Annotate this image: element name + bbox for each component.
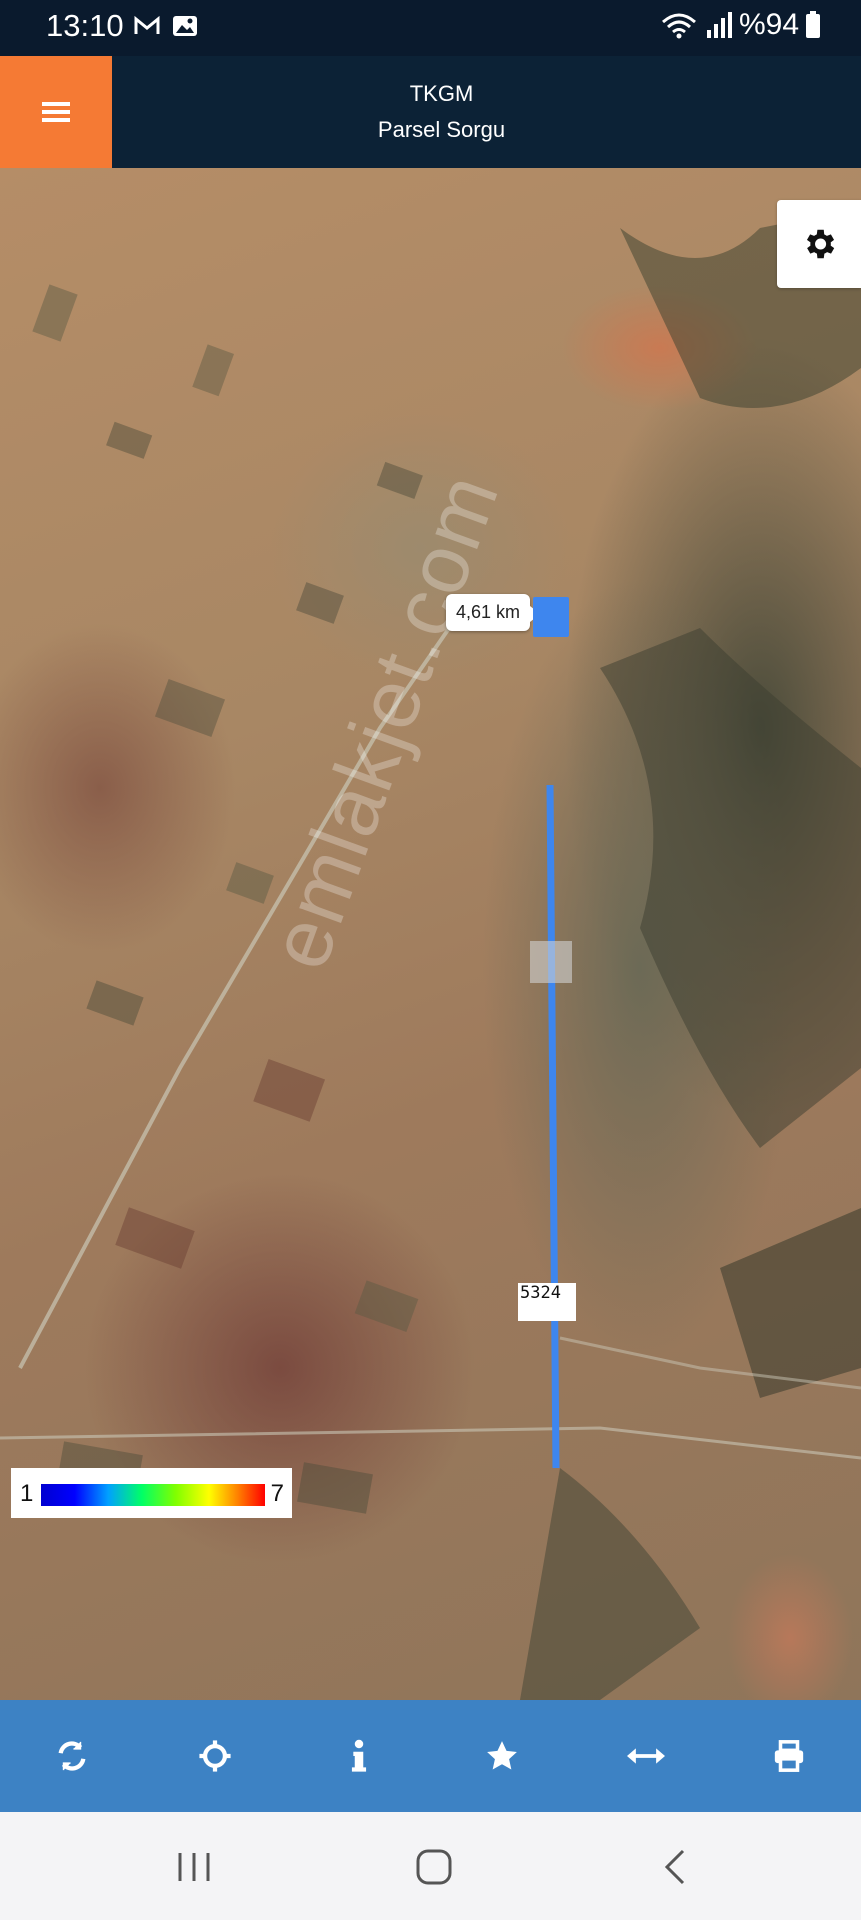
signal-icon (706, 12, 732, 38)
status-right: %94 (659, 8, 821, 42)
recent-apps-icon (178, 1853, 210, 1881)
map-view[interactable]: emlakjet.com 4,61 km 5324 1 7 (0, 168, 861, 1700)
info-icon (351, 1739, 366, 1772)
locate-button[interactable] (185, 1726, 245, 1786)
color-legend: 1 7 (11, 1468, 292, 1518)
home-icon (416, 1849, 452, 1885)
battery-percent: %94 (738, 8, 799, 41)
print-button[interactable] (759, 1726, 819, 1786)
wifi-icon (661, 13, 696, 39)
info-button[interactable] (329, 1726, 389, 1786)
app-subtitle: Parsel Sorgu (377, 117, 506, 142)
legend-min: 1 (20, 1480, 34, 1507)
back-icon (664, 1849, 685, 1885)
measure-start-handle[interactable] (533, 597, 569, 637)
status-bar: 13:10 %94 (0, 0, 861, 56)
refresh-icon (58, 1741, 86, 1771)
measure-mid-handle[interactable] (530, 941, 572, 983)
locate-icon (199, 1740, 231, 1772)
legend-gradient (41, 1484, 265, 1506)
print-icon (775, 1740, 804, 1772)
settings-button[interactable] (777, 200, 861, 288)
app-title: TKGM (409, 81, 474, 106)
bottom-toolbar (0, 1700, 861, 1812)
status-time: 13:10 (46, 8, 124, 43)
measure-icon (626, 1748, 665, 1764)
measure-button[interactable] (616, 1726, 676, 1786)
battery-icon (806, 11, 820, 38)
legend-max: 7 (270, 1480, 284, 1507)
mail-icon (134, 15, 160, 34)
back-button[interactable] (646, 1844, 706, 1890)
favorite-icon (487, 1741, 518, 1770)
header-title-block: TKGM Parsel Sorgu (22, 56, 861, 168)
gear-icon (806, 229, 835, 259)
refresh-button[interactable] (42, 1726, 102, 1786)
measure-line (546, 784, 560, 1469)
endpoint-label: 5324 (518, 1283, 576, 1321)
system-nav-bar (0, 1812, 861, 1920)
distance-label: 4,61 km (446, 594, 541, 631)
photo-icon (173, 16, 197, 36)
home-button[interactable] (404, 1844, 464, 1890)
favorite-button[interactable] (472, 1726, 532, 1786)
app-header: TKGM Parsel Sorgu (0, 56, 861, 168)
recent-apps-button[interactable] (164, 1844, 224, 1890)
